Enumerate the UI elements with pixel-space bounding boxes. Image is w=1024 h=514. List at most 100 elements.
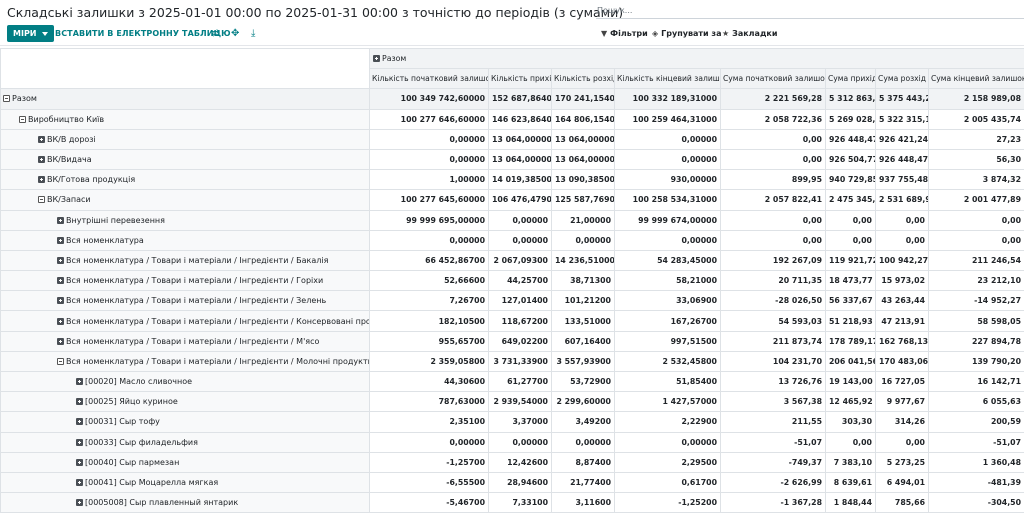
cell-value[interactable]: 100 349 742,60000 xyxy=(369,88,489,110)
cell-value[interactable]: 58,21000 xyxy=(614,270,721,292)
cell-value[interactable]: 2 939,54000 xyxy=(488,391,552,413)
cell-value[interactable]: 3 731,33900 xyxy=(488,350,552,373)
row-header[interactable]: Вся номенклатура / Товари і матеріали / … xyxy=(0,290,370,312)
swap-icon[interactable]: ⇄ xyxy=(211,25,219,42)
cell-value[interactable]: 6 494,01 xyxy=(875,471,929,494)
cell-value[interactable]: 56,30 xyxy=(927,148,1024,171)
cell-value[interactable]: 8,87400 xyxy=(551,451,615,473)
cell-value[interactable]: 0,61700 xyxy=(614,471,721,494)
cell-value[interactable]: 0,00 xyxy=(875,431,929,453)
cell-value[interactable]: 7,33100 xyxy=(488,492,552,514)
cell-value[interactable]: 13 064,00000 xyxy=(551,148,615,171)
cell-value[interactable]: 3,37000 xyxy=(488,411,552,433)
measure-header[interactable]: Кількість розхід xyxy=(551,68,615,90)
cell-value[interactable]: 9 977,67 xyxy=(875,391,929,413)
cell-value[interactable]: 16 727,05 xyxy=(875,370,929,393)
row-header[interactable]: ВК/В дорозі xyxy=(0,128,370,150)
cell-value[interactable]: 0,00 xyxy=(825,209,876,231)
cell-value[interactable]: -1 367,28 xyxy=(720,492,826,514)
cell-value[interactable]: 926 504,77 xyxy=(825,148,876,171)
cell-value[interactable]: 13 064,00000 xyxy=(488,128,552,150)
cell-value[interactable]: 0,00 xyxy=(927,209,1024,231)
cell-value[interactable]: 211 873,74 xyxy=(720,330,826,352)
download-icon[interactable]: ⤓ xyxy=(251,25,255,42)
cell-value[interactable]: 44,25700 xyxy=(488,270,552,292)
cell-value[interactable]: 955,65700 xyxy=(369,330,489,352)
cell-value[interactable]: 56 337,67 xyxy=(825,290,876,312)
cell-value[interactable]: 2,22900 xyxy=(614,411,721,433)
cell-value[interactable]: 100 332 189,31000 xyxy=(614,88,721,110)
search-input[interactable]: Пошук... xyxy=(596,4,1024,19)
cell-value[interactable]: 211 246,54 xyxy=(927,249,1024,272)
cell-value[interactable]: 167,26700 xyxy=(614,310,721,332)
column-group-header[interactable]: Разом xyxy=(368,47,1024,70)
cell-value[interactable]: 0,00 xyxy=(825,431,876,453)
cell-value[interactable]: 0,00000 xyxy=(551,431,615,453)
cell-value[interactable]: 0,00000 xyxy=(551,229,615,251)
cell-value[interactable]: 178 789,17 xyxy=(825,330,876,352)
cell-value[interactable]: 1 427,57000 xyxy=(614,391,721,413)
cell-value[interactable]: 314,26 xyxy=(875,411,929,433)
cell-value[interactable]: 12,42600 xyxy=(488,451,552,473)
cell-value[interactable]: 170 241,15400 xyxy=(551,88,615,110)
cell-value[interactable]: 14 236,51000 xyxy=(551,249,615,272)
cell-value[interactable]: 52,66600 xyxy=(369,270,489,292)
cell-value[interactable]: 38,71300 xyxy=(551,270,615,292)
cell-value[interactable]: 899,95 xyxy=(720,169,826,191)
cell-value[interactable]: 785,66 xyxy=(875,492,929,514)
row-header[interactable]: Вся номенклатура xyxy=(0,229,370,251)
cell-value[interactable]: 44,30600 xyxy=(369,370,489,393)
cell-value[interactable]: 0,00000 xyxy=(488,209,552,231)
cell-value[interactable]: 2 475 345,41 xyxy=(825,189,876,211)
cell-value[interactable]: 118,67200 xyxy=(488,310,552,332)
cell-value[interactable]: 0,00 xyxy=(720,209,826,231)
cell-value[interactable]: 100 277 646,60000 xyxy=(369,108,489,130)
cell-value[interactable]: 0,00 xyxy=(825,229,876,251)
cell-value[interactable]: 0,00 xyxy=(875,229,929,251)
row-header[interactable]: [00040] Сыр пармезан xyxy=(0,451,370,473)
cell-value[interactable]: 2 158 989,08 xyxy=(927,88,1024,110)
cell-value[interactable]: 0,00000 xyxy=(488,229,552,251)
cell-value[interactable]: 139 790,20 xyxy=(927,350,1024,373)
cell-value[interactable]: 3 567,38 xyxy=(720,391,826,413)
cell-value[interactable]: 104 231,70 xyxy=(720,350,826,373)
cell-value[interactable]: 607,16400 xyxy=(551,330,615,352)
measure-header[interactable]: Сума розхід xyxy=(875,68,929,90)
cell-value[interactable]: 0,00000 xyxy=(614,229,721,251)
cell-value[interactable]: 5 273,25 xyxy=(875,451,929,473)
cell-value[interactable]: 54 283,45000 xyxy=(614,249,721,272)
cell-value[interactable]: 0,00 xyxy=(875,209,929,231)
cell-value[interactable]: 125 587,76900 xyxy=(551,189,615,211)
cell-value[interactable]: -481,39 xyxy=(927,471,1024,494)
cell-value[interactable]: 16 142,71 xyxy=(927,370,1024,393)
cell-value[interactable]: 43 263,44 xyxy=(875,290,929,312)
cell-value[interactable]: 0,00 xyxy=(720,229,826,251)
cell-value[interactable]: 15 973,02 xyxy=(875,270,929,292)
row-header[interactable]: [0005008] Сыр плавленный янтарик xyxy=(0,492,370,514)
cell-value[interactable]: 2 299,60000 xyxy=(551,391,615,413)
cell-value[interactable]: 2,29500 xyxy=(614,451,721,473)
cell-value[interactable]: 18 473,77 xyxy=(825,270,876,292)
cell-value[interactable]: 3 557,93900 xyxy=(551,350,615,373)
cell-value[interactable]: 152 687,86400 xyxy=(488,88,552,110)
cell-value[interactable]: 2 005 435,74 xyxy=(927,108,1024,130)
cell-value[interactable]: 12 465,92 xyxy=(825,391,876,413)
cell-value[interactable]: -6,55500 xyxy=(369,471,489,494)
insert-spreadsheet-button[interactable]: ВСТАВИТИ В ЕЛЕКТРОННУ ТАБЛИЦЮ xyxy=(55,25,231,42)
cell-value[interactable]: 23 212,10 xyxy=(927,270,1024,292)
cell-value[interactable]: 119 921,72 xyxy=(825,249,876,272)
cell-value[interactable]: 13 064,00000 xyxy=(551,128,615,150)
cell-value[interactable]: 192 267,09 xyxy=(720,249,826,272)
cell-value[interactable]: 0,00 xyxy=(927,229,1024,251)
cell-value[interactable]: 53,72900 xyxy=(551,370,615,393)
measure-header[interactable]: Кількість кінцевий залишок xyxy=(614,68,721,90)
cell-value[interactable]: 2 532,45800 xyxy=(614,350,721,373)
cell-value[interactable]: -1,25200 xyxy=(614,492,721,514)
cell-value[interactable]: 21,00000 xyxy=(551,209,615,231)
cell-value[interactable]: 211,55 xyxy=(720,411,826,433)
cell-value[interactable]: 66 452,86700 xyxy=(369,249,489,272)
row-header[interactable]: [00033] Сыр филадельфия xyxy=(0,431,370,453)
cell-value[interactable]: 99 999 695,00000 xyxy=(369,209,489,231)
row-header[interactable]: Виробництво Київ xyxy=(0,108,370,130)
cell-value[interactable]: 1,00000 xyxy=(369,169,489,191)
